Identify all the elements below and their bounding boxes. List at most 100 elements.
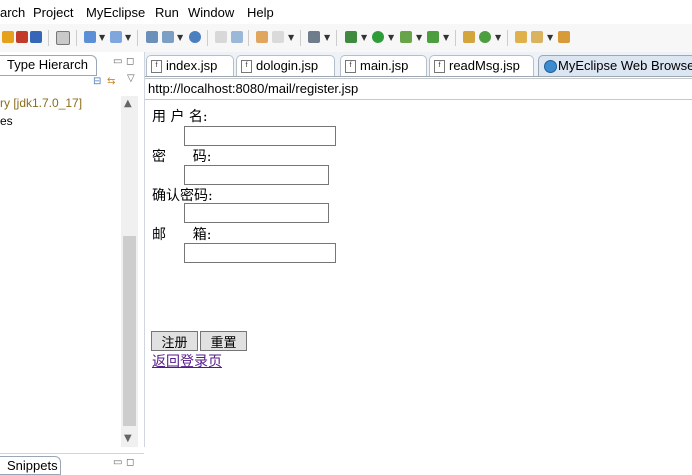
tree-item-jre[interactable]: ry [jdk1.7.0_17] bbox=[0, 96, 82, 110]
toolbar-separator bbox=[207, 30, 208, 46]
dropdown-arrow-icon[interactable]: ▼ bbox=[99, 33, 105, 42]
project-icon[interactable] bbox=[30, 31, 42, 43]
mobile-icon[interactable] bbox=[256, 31, 268, 43]
toolbar-separator bbox=[300, 30, 301, 46]
maximize-icon[interactable]: ◻ bbox=[126, 457, 134, 468]
toolbar-separator bbox=[336, 30, 337, 46]
dropdown-arrow-icon[interactable]: ▼ bbox=[125, 33, 131, 42]
scroll-down-icon[interactable]: ▼ bbox=[124, 433, 132, 444]
tab-label: index.jsp bbox=[166, 58, 218, 73]
confirm-password-field[interactable] bbox=[184, 203, 329, 223]
report-icon[interactable] bbox=[215, 31, 227, 43]
tab-label: main.jsp bbox=[360, 58, 409, 73]
dropdown-arrow-icon[interactable]: ▼ bbox=[443, 33, 449, 42]
collapse-all-icon[interactable]: ⊟ bbox=[93, 76, 101, 87]
globe-icon bbox=[544, 60, 557, 73]
menu-myeclipse[interactable]: MyEclipse bbox=[86, 5, 145, 20]
browser-icon[interactable] bbox=[189, 31, 201, 43]
editor-area: f index.jsp f dologin.jsp f main.jsp f r… bbox=[145, 52, 692, 473]
toolbar-separator bbox=[455, 30, 456, 46]
minimize-icon[interactable]: ▭ bbox=[113, 56, 122, 67]
tab-label: MyEclipse Web Browse bbox=[558, 58, 692, 73]
window-icon[interactable] bbox=[308, 31, 320, 43]
toolbar-separator bbox=[507, 30, 508, 46]
tab-index-jsp[interactable]: f index.jsp bbox=[146, 55, 234, 76]
password-label: 密 码: bbox=[152, 149, 212, 165]
username-label: 用 户 名: bbox=[152, 109, 208, 125]
debug-icon[interactable] bbox=[345, 31, 357, 43]
dropdown-arrow-icon[interactable]: ▼ bbox=[547, 33, 553, 42]
tab-readmsg-jsp[interactable]: f readMsg.jsp bbox=[429, 55, 534, 76]
settings-icon[interactable] bbox=[272, 31, 284, 43]
dropdown-arrow-icon[interactable]: ▼ bbox=[177, 33, 183, 42]
tab-web-browser[interactable]: MyEclipse Web Browse bbox=[538, 55, 692, 76]
maximize-icon[interactable]: ◻ bbox=[126, 56, 134, 67]
url-input[interactable] bbox=[148, 80, 688, 96]
view-menu-icon[interactable]: ▽ bbox=[127, 73, 135, 84]
tab-main-jsp[interactable]: f main.jsp bbox=[340, 55, 427, 76]
address-bar bbox=[145, 78, 692, 100]
vertical-scrollbar[interactable]: ▲ ▼ bbox=[121, 96, 138, 447]
new-server-icon[interactable] bbox=[110, 31, 122, 43]
dropdown-arrow-icon[interactable]: ▼ bbox=[288, 33, 294, 42]
menu-bar: arch Project MyEclipse Run Window Help bbox=[0, 0, 692, 24]
jsp-file-icon: f bbox=[345, 60, 356, 73]
link-editor-icon[interactable]: ⇆ bbox=[107, 76, 115, 87]
dropdown-arrow-icon[interactable]: ▼ bbox=[416, 33, 422, 42]
menu-window[interactable]: Window bbox=[188, 5, 234, 20]
terminal-icon[interactable] bbox=[56, 31, 70, 45]
menu-run[interactable]: Run bbox=[155, 5, 179, 20]
tab-label: dologin.jsp bbox=[256, 58, 319, 73]
email-label: 邮 箱: bbox=[152, 227, 212, 243]
server-icon[interactable] bbox=[162, 31, 174, 43]
search-icon[interactable] bbox=[531, 31, 543, 43]
scroll-up-icon[interactable]: ▲ bbox=[124, 98, 132, 109]
password-field[interactable] bbox=[184, 165, 329, 185]
register-form: 用 户 名: 密 码: 确认密码: 邮 箱: 注册 重置 返回登录页 bbox=[145, 98, 692, 473]
package-icon[interactable] bbox=[16, 31, 28, 43]
snippets-panel: Snippets ▭ ◻ bbox=[0, 453, 144, 475]
toolbar-separator bbox=[48, 30, 49, 46]
back-to-login-link[interactable]: 返回登录页 bbox=[152, 351, 222, 371]
minimize-icon[interactable]: ▭ bbox=[113, 457, 122, 468]
tab-snippets[interactable]: Snippets bbox=[0, 456, 61, 475]
menu-search[interactable]: arch bbox=[0, 5, 25, 20]
open-icon[interactable] bbox=[2, 31, 14, 43]
editor-tab-row: f index.jsp f dologin.jsp f main.jsp f r… bbox=[145, 52, 692, 77]
scrollbar-thumb[interactable] bbox=[123, 236, 136, 426]
email-field[interactable] bbox=[184, 243, 336, 263]
deploy-icon[interactable] bbox=[146, 31, 158, 43]
jsp-file-icon: f bbox=[151, 60, 162, 73]
run-config-icon[interactable] bbox=[400, 31, 412, 43]
dropdown-arrow-icon[interactable]: ▼ bbox=[495, 33, 501, 42]
dropdown-arrow-icon[interactable]: ▼ bbox=[324, 33, 330, 42]
tab-label: readMsg.jsp bbox=[449, 58, 520, 73]
tab-dologin-jsp[interactable]: f dologin.jsp bbox=[236, 55, 335, 76]
external-tools-icon[interactable] bbox=[427, 31, 439, 43]
toolbar-separator bbox=[248, 30, 249, 46]
dropdown-arrow-icon[interactable]: ▼ bbox=[388, 33, 394, 42]
username-field[interactable] bbox=[184, 126, 336, 146]
tab-snippets-label: Snippets bbox=[7, 458, 58, 473]
open-type-icon[interactable] bbox=[515, 31, 527, 43]
dropdown-arrow-icon[interactable]: ▼ bbox=[361, 33, 367, 42]
new-class-icon[interactable] bbox=[463, 31, 475, 43]
tab-type-hierarchy-label: Type Hierarch bbox=[7, 57, 88, 72]
jsp-file-icon: f bbox=[241, 60, 252, 73]
reset-button[interactable]: 重置 bbox=[200, 331, 247, 351]
tab-type-hierarchy[interactable]: Type Hierarch bbox=[0, 55, 97, 76]
annotation-icon[interactable] bbox=[558, 31, 570, 43]
run-icon[interactable] bbox=[372, 31, 384, 43]
toolbar: ▼ ▼ ▼ ▼ ▼ ▼ ▼ ▼ ▼ ▼ ▼ bbox=[0, 24, 692, 52]
toolbar-separator bbox=[137, 30, 138, 46]
toolbar-separator bbox=[76, 30, 77, 46]
register-button[interactable]: 注册 bbox=[151, 331, 198, 351]
tree-item-libraries[interactable]: es bbox=[0, 114, 13, 128]
jsp-file-icon: f bbox=[434, 60, 445, 73]
new-package-icon[interactable] bbox=[479, 31, 491, 43]
menu-help[interactable]: Help bbox=[247, 5, 274, 20]
menu-project[interactable]: Project bbox=[33, 5, 73, 20]
confirm-password-label: 确认密码: bbox=[152, 188, 213, 204]
new-wizard-icon[interactable] bbox=[84, 31, 96, 43]
chart-icon[interactable] bbox=[231, 31, 243, 43]
